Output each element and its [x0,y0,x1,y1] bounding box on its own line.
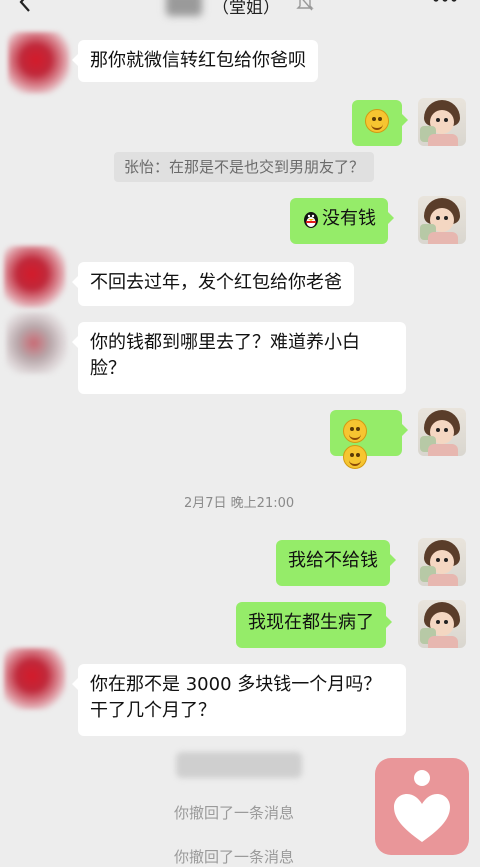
bell-off-icon [296,0,314,11]
heart-dot [414,770,430,786]
more-dots-icon[interactable] [432,0,458,4]
my-avatar[interactable] [418,538,466,586]
outgoing-message[interactable]: 没有钱 [290,198,394,244]
recall-notice: 你撤回了一条消息 [174,848,295,866]
recall-notice: 你撤回了一条消息 [174,804,295,822]
contact-avatar[interactable] [4,648,66,710]
message-text: 那你就微信转红包给你爸呗 [90,50,306,71]
timestamp: 2月7日 晚上21:00 [184,496,295,511]
message-text: 我给不给钱 [288,550,378,571]
message-text-line2: 干了几个月了？ [90,700,216,721]
smile-emoji-icon [343,445,367,469]
my-avatar[interactable] [418,600,466,648]
chat-header: （堂姐） [0,0,480,18]
blurred-name [166,0,202,16]
message-text: 我现在都生病了 [248,612,374,633]
contact-avatar [6,312,68,374]
incoming-message[interactable]: 你的钱都到哪里去了？难道养小白 脸？ [72,322,406,394]
outgoing-message[interactable]: 我现在都生病了 [236,602,392,648]
incoming-message[interactable]: 那你就微信转红包给你爸呗 [72,40,318,82]
grin-emoji-icon [365,109,389,133]
my-avatar[interactable] [418,98,466,146]
incoming-message[interactable]: 你在那不是 3000 多块钱一个月吗？ 干了几个月了？ [72,664,406,736]
contact-avatar[interactable] [4,246,66,308]
quoted-message[interactable]: 张怡：在那是不是也交到男朋友了？ [114,152,375,182]
incoming-message[interactable]: 不回去过年，发个红包给你老爸 [72,262,354,306]
chat-title: （堂姐） [212,0,280,18]
my-avatar[interactable] [418,408,466,456]
qq-penguin-icon [304,212,318,228]
message-text-line1: 你的钱都到哪里去了？难道养小白 [90,332,360,353]
message-text: 不回去过年，发个红包给你老爸 [90,272,342,293]
heart-button[interactable] [375,758,469,855]
message-text: 没有钱 [322,208,376,229]
message-text-line1: 你在那不是 3000 多块钱一个月吗？ [90,674,382,695]
smile-emoji-icon [343,419,367,443]
message-text-line2: 脸？ [90,358,126,379]
outgoing-message[interactable]: 我给不给钱 [276,540,396,586]
my-avatar[interactable] [418,196,466,244]
outgoing-message[interactable] [352,100,408,146]
heart-icon [394,794,450,842]
outgoing-message[interactable] [330,410,408,469]
contact-avatar[interactable] [8,32,70,94]
chevron-left-icon[interactable] [14,0,38,14]
blurred-content [176,752,302,778]
